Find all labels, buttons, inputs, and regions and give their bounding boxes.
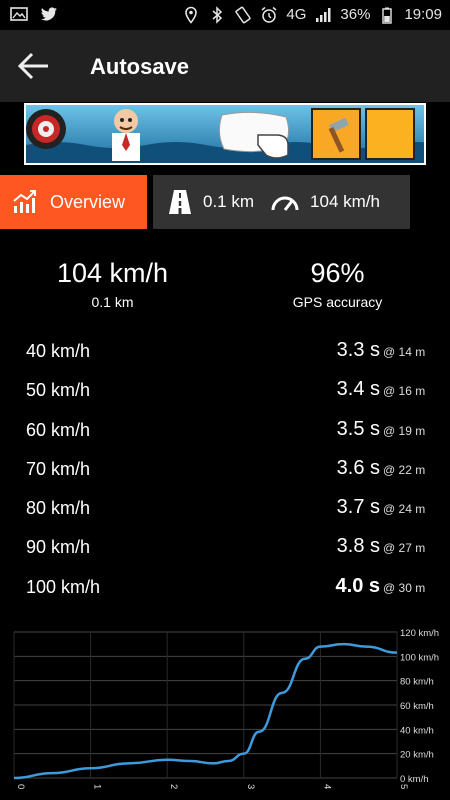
x-tick-label: 3 — [245, 784, 256, 789]
split-distance: @ 22 m — [383, 462, 426, 477]
ad-illustration — [26, 105, 424, 163]
alarm-icon — [261, 6, 277, 23]
list-item: 90 km/h 3.8 s @ 27 m — [0, 529, 450, 568]
speed-series-line — [13, 642, 398, 780]
split-distance: @ 27 m — [383, 541, 426, 556]
split-speed: 90 km/h — [26, 537, 91, 558]
split-time: 3.5 s — [336, 417, 380, 440]
rotate-icon — [235, 6, 252, 24]
x-tick-label: 1 — [92, 784, 103, 789]
split-speed: 100 km/h — [26, 576, 101, 597]
list-item: 40 km/h 3.3 s @ 14 m — [0, 333, 450, 372]
split-speed: 70 km/h — [26, 458, 91, 479]
back-button[interactable] — [14, 48, 54, 84]
tab-stats[interactable]: 0.1 km 104 km/h — [153, 175, 410, 229]
split-time: 3.4 s — [336, 378, 380, 401]
accuracy-value: 96% — [310, 258, 365, 288]
twitter-icon — [41, 7, 57, 21]
summary-accuracy: 96% GPS accuracy — [225, 258, 450, 310]
tab-overview-label: Overview — [50, 191, 126, 212]
battery-percent: 36% — [340, 6, 371, 23]
accuracy-label: GPS accuracy — [292, 294, 383, 310]
split-distance: @ 30 m — [383, 580, 426, 595]
split-time: 3.7 s — [336, 496, 380, 519]
speed-splits-list: 40 km/h 3.3 s @ 14 m 50 km/h 3.4 s @ 16 … — [0, 333, 450, 608]
split-speed: 40 km/h — [26, 341, 91, 361]
max-speed-value: 104 km/h — [56, 258, 169, 288]
status-bar: 4G 36% 19:09 — [0, 0, 450, 30]
page-title: Autosave — [90, 54, 190, 79]
list-item: 100 km/h 4.0 s @ 30 m — [0, 569, 450, 608]
speed-chart: 0 km/h20 km/h40 km/h60 km/h80 km/h100 km… — [13, 628, 439, 789]
split-distance: @ 14 m — [383, 345, 426, 359]
chart-trend-icon — [13, 190, 36, 213]
split-speed: 60 km/h — [26, 419, 91, 440]
cartoon-man-icon — [112, 109, 140, 161]
speedometer-icon — [271, 196, 299, 211]
y-tick-label: 120 km/h — [400, 628, 439, 639]
y-tick-label: 80 km/h — [400, 677, 434, 688]
arrow-left-icon — [17, 52, 48, 80]
list-item: 60 km/h 3.5 s @ 19 m — [0, 412, 450, 451]
trip-max-speed: 104 km/h — [310, 192, 380, 211]
trip-distance: 0.1 km — [203, 192, 255, 211]
split-distance: @ 24 m — [383, 502, 426, 517]
split-time: 3.6 s — [336, 456, 380, 479]
x-tick-label: 2 — [168, 784, 179, 789]
x-tick-label: 4 — [321, 784, 332, 789]
list-item: 50 km/h 3.4 s @ 16 m — [0, 372, 450, 411]
split-distance: @ 16 m — [383, 384, 426, 399]
summary-speed: 104 km/h 0.1 km — [0, 258, 225, 310]
image-icon — [10, 7, 28, 21]
x-tick-label: 0 — [15, 784, 26, 789]
network-type: 4G — [286, 6, 307, 23]
signal-icon — [316, 8, 331, 22]
app-bar: Autosave — [0, 30, 450, 102]
battery-icon — [382, 7, 393, 24]
split-time: 3.3 s — [336, 339, 380, 361]
split-distance: @ 19 m — [383, 423, 426, 438]
clock: 19:09 — [404, 6, 442, 23]
y-tick-label: 20 km/h — [400, 750, 434, 761]
split-time-best: 4.0 s — [335, 574, 380, 597]
x-tick-label: 5 — [398, 784, 409, 789]
ad-banner[interactable] — [24, 103, 426, 165]
list-item: 70 km/h 3.6 s @ 22 m — [0, 451, 450, 490]
split-speed: 80 km/h — [26, 498, 91, 519]
road-icon — [169, 190, 191, 214]
y-tick-label: 100 km/h — [400, 652, 439, 663]
bluetooth-icon — [212, 6, 223, 24]
list-item: 80 km/h 3.7 s @ 24 m — [0, 490, 450, 529]
y-tick-label: 60 km/h — [400, 701, 434, 712]
split-time: 3.8 s — [336, 535, 380, 558]
y-tick-label: 40 km/h — [400, 725, 434, 736]
split-speed: 50 km/h — [26, 380, 91, 401]
distance-value: 0.1 km — [91, 294, 134, 310]
location-icon — [185, 6, 198, 24]
tab-overview[interactable]: Overview — [0, 175, 147, 229]
dartboard-icon — [26, 109, 66, 149]
